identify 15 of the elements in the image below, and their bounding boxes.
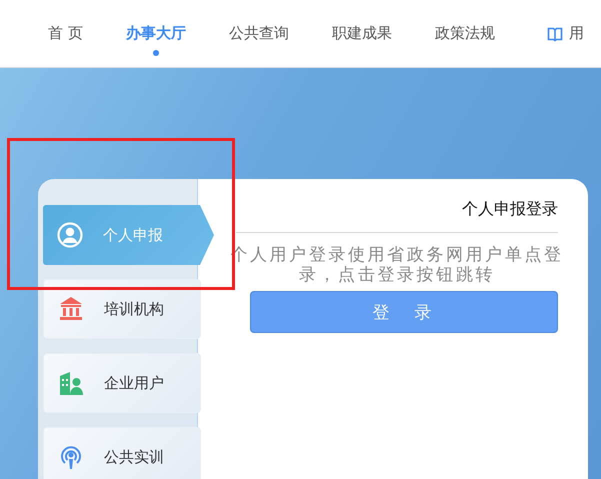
nav-link[interactable]: 职建成果 — [332, 24, 392, 43]
user-circle-icon — [57, 222, 83, 248]
building-person-icon — [58, 370, 84, 396]
nav-link[interactable]: 用 — [568, 24, 584, 43]
nav-link[interactable]: 政策法规 — [434, 24, 495, 43]
active-dot — [152, 50, 159, 56]
login-type-tab[interactable]: 企业用户 — [43, 353, 201, 413]
nav-link[interactable]: 公共查询 — [228, 24, 289, 43]
nav-link[interactable]: 首 页 — [48, 24, 83, 43]
panel-title: 个人申报登录 — [462, 199, 558, 220]
broadcast-icon — [58, 444, 84, 470]
book-icon — [546, 26, 563, 42]
login-type-tab[interactable]: 公共实训 — [43, 427, 201, 479]
bank-building-icon — [58, 296, 84, 322]
login-type-tab[interactable]: 培训机构 — [43, 279, 201, 339]
